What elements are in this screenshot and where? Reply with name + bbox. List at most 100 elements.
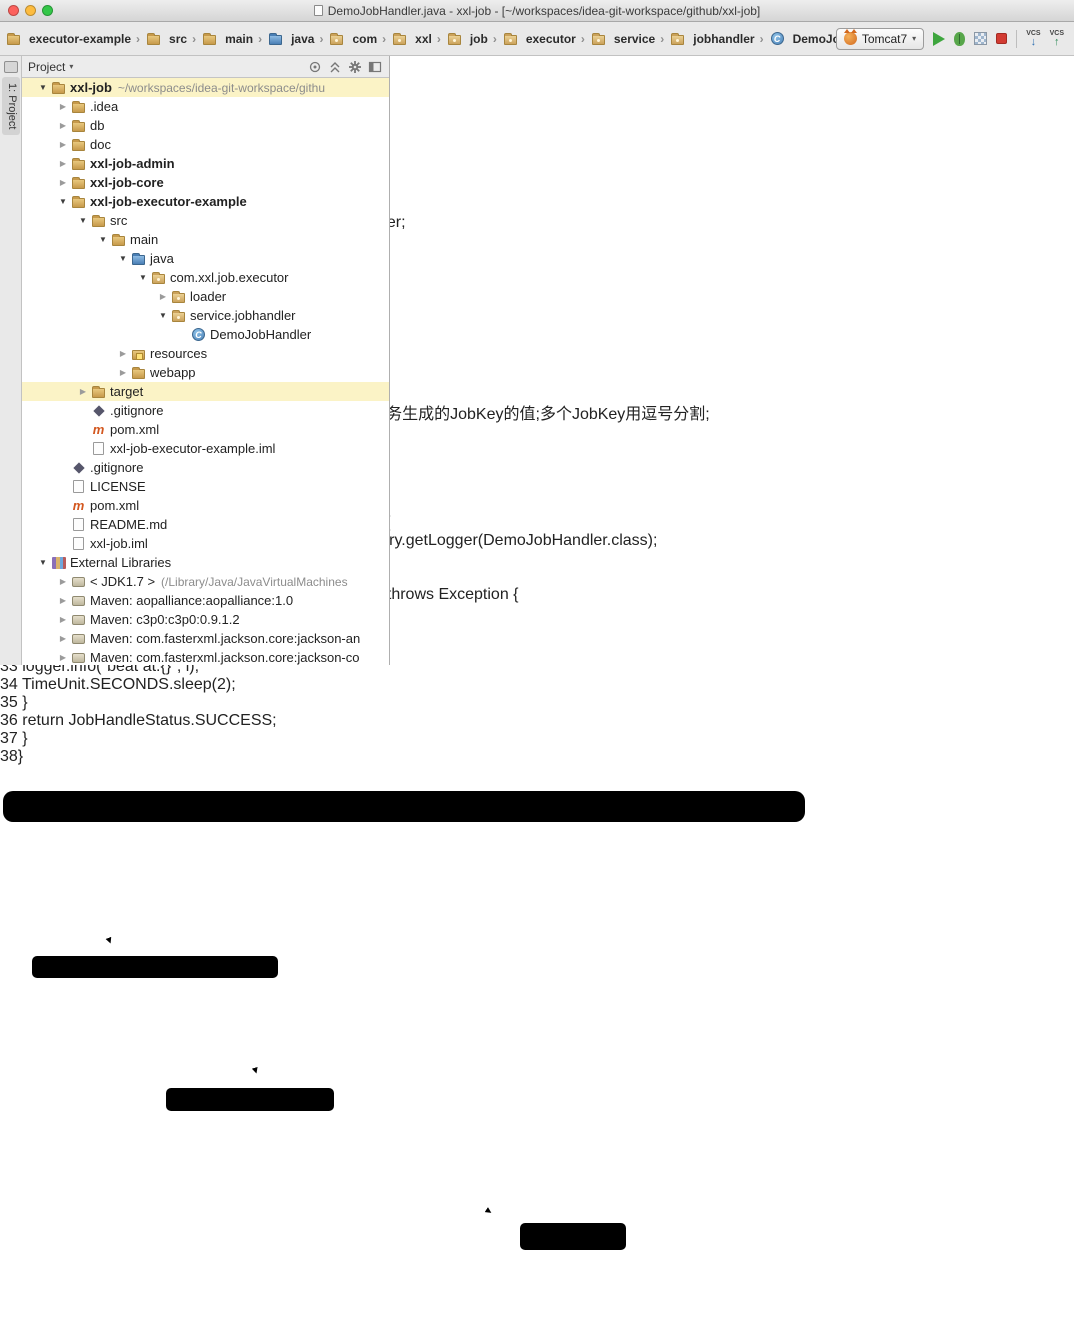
tree-expand-icon[interactable]: ▶ bbox=[156, 292, 170, 301]
tree-item-xxl-job-core[interactable]: ▶ xxl-job-core bbox=[22, 173, 389, 192]
tree-item-db[interactable]: ▶db bbox=[22, 116, 389, 135]
collapse-all-icon[interactable] bbox=[327, 59, 343, 75]
tree-item-webapp[interactable]: ▶ webapp bbox=[22, 363, 389, 382]
tree-item-pom-xml[interactable]: mpom.xml bbox=[22, 420, 389, 439]
code-line-37[interactable]: 37 } bbox=[0, 730, 1074, 748]
tree-item-maven-com-fasterxml-jackson-core-jackson-an[interactable]: ▶Maven: com.fasterxml.jackson.core:jacks… bbox=[22, 629, 389, 648]
tree-item-loader[interactable]: ▶loader bbox=[22, 287, 389, 306]
tree-expand-icon[interactable]: ▼ bbox=[116, 254, 130, 263]
tree-expand-icon[interactable]: ▶ bbox=[56, 596, 70, 605]
code-text: TimeUnit.SECONDS.sleep(2); bbox=[18, 676, 236, 693]
tree-expand-icon[interactable]: ▼ bbox=[96, 235, 110, 244]
project-tool-window-tab[interactable]: 1: Project bbox=[2, 77, 20, 135]
breadcrumb-label: xxl bbox=[415, 32, 432, 46]
tree-expand-icon[interactable]: ▶ bbox=[56, 159, 70, 168]
zoom-window-icon[interactable] bbox=[42, 5, 53, 16]
tree-expand-icon[interactable]: ▶ bbox=[116, 349, 130, 358]
tree-item-service-jobhandler[interactable]: ▼service.jobhandler bbox=[22, 306, 389, 325]
tool-window-icon[interactable] bbox=[4, 61, 18, 73]
tree-item-main[interactable]: ▼main bbox=[22, 230, 389, 249]
tree-item-com-xxl-job-executor[interactable]: ▼com.xxl.job.executor bbox=[22, 268, 389, 287]
tree-item-doc[interactable]: ▶doc bbox=[22, 135, 389, 154]
code-line-36[interactable]: 36 return JobHandleStatus.SUCCESS; bbox=[0, 712, 1074, 730]
tree-item-pom-xml[interactable]: mpom.xml bbox=[22, 496, 389, 515]
run-configuration-select[interactable]: Tomcat7 ▾ bbox=[836, 28, 924, 50]
chevron-down-icon[interactable]: ▾ bbox=[69, 62, 73, 71]
line-number: 35 bbox=[0, 694, 18, 711]
tree-item-gitignore[interactable]: .gitignore bbox=[22, 458, 389, 477]
tree-item-readme-md[interactable]: README.md bbox=[22, 515, 389, 534]
tree-expand-icon[interactable]: ▶ bbox=[56, 140, 70, 149]
tree-item-java[interactable]: ▼java bbox=[22, 249, 389, 268]
breadcrumb-item-jobhandler[interactable]: jobhandler bbox=[666, 29, 757, 49]
coverage-button[interactable] bbox=[974, 32, 987, 45]
tree-item-jdk1-7[interactable]: ▶< JDK1.7 >(/Library/Java/JavaVirtualMac… bbox=[22, 572, 389, 591]
breadcrumb-item-main[interactable]: main bbox=[198, 29, 256, 49]
tree-expand-icon[interactable]: ▼ bbox=[156, 311, 170, 320]
tree-item-target[interactable]: ▶ target bbox=[22, 382, 389, 401]
stop-button[interactable] bbox=[996, 33, 1007, 44]
class-icon: C bbox=[190, 327, 207, 343]
breadcrumb-item-executor[interactable]: executor bbox=[499, 29, 579, 49]
code-line-34[interactable]: 34 TimeUnit.SECONDS.sleep(2); bbox=[0, 676, 1074, 694]
tree-item-demojobhandler[interactable]: CDemoJobHandler bbox=[22, 325, 389, 344]
tree-expand-icon[interactable]: ▶ bbox=[76, 387, 90, 396]
tree-item-src[interactable]: ▼src bbox=[22, 211, 389, 230]
vcs-update-button[interactable]: VCS ↓ bbox=[1026, 30, 1040, 47]
tree-item-xxl-job-admin[interactable]: ▶xxl-job-admin bbox=[22, 154, 389, 173]
settings-gear-icon[interactable] bbox=[347, 59, 363, 75]
tree-item-label: webapp bbox=[150, 365, 196, 380]
tree-expand-icon[interactable]: ▶ bbox=[56, 653, 70, 662]
breadcrumb-item-src[interactable]: src bbox=[142, 29, 190, 49]
tree-item-idea[interactable]: ▶.idea bbox=[22, 97, 389, 116]
tree-item-xxl-job-executor-example-iml[interactable]: xxl-job-executor-example.iml bbox=[22, 439, 389, 458]
annotation-arrow-2 bbox=[228, 982, 256, 1072]
breadcrumb-item-job[interactable]: job bbox=[443, 29, 491, 49]
tree-item-maven-aopalliance-aopalliance-1-0[interactable]: ▶Maven: aopalliance:aopalliance:1.0 bbox=[22, 591, 389, 610]
locate-icon[interactable] bbox=[307, 59, 323, 75]
tree-item-label: target bbox=[110, 384, 143, 399]
tree-item-resources[interactable]: ▶resources bbox=[22, 344, 389, 363]
breadcrumb-item-com[interactable]: com bbox=[325, 29, 380, 49]
minimize-window-icon[interactable] bbox=[25, 5, 36, 16]
tree-item-xxl-job-executor-example[interactable]: ▼xxl-job-executor-example bbox=[22, 192, 389, 211]
run-button[interactable] bbox=[933, 32, 945, 46]
tree-expand-icon[interactable]: ▼ bbox=[76, 216, 90, 225]
tree-expand-icon[interactable]: ▼ bbox=[56, 197, 70, 206]
breadcrumb-item-xxl[interactable]: xxl bbox=[388, 29, 435, 49]
tree-expand-icon[interactable]: ▶ bbox=[56, 121, 70, 130]
jdk-icon bbox=[70, 574, 87, 590]
line-number: 36 bbox=[0, 712, 18, 729]
tree-expand-icon[interactable]: ▼ bbox=[36, 558, 50, 567]
tree-item-label: pom.xml bbox=[90, 498, 139, 513]
hide-panel-icon[interactable] bbox=[367, 59, 383, 75]
vcs-commit-button[interactable]: VCS ↑ bbox=[1050, 30, 1064, 47]
breadcrumb-item-java[interactable]: java bbox=[264, 29, 317, 49]
code-line-35[interactable]: 35 } bbox=[0, 694, 1074, 712]
code-line-38[interactable]: 38} bbox=[0, 748, 1074, 766]
breadcrumb-label: executor-example bbox=[29, 32, 131, 46]
breadcrumb-item-executor-example[interactable]: executor-example bbox=[2, 29, 134, 49]
close-window-icon[interactable] bbox=[8, 5, 19, 16]
tree-item-external-libraries[interactable]: ▼External Libraries bbox=[22, 553, 389, 572]
tree-expand-icon[interactable]: ▶ bbox=[56, 178, 70, 187]
tree-item-gitignore[interactable]: .gitignore bbox=[22, 401, 389, 420]
window-titlebar: DemoJobHandler.java - xxl-job - [~/works… bbox=[0, 0, 1074, 22]
tree-item-xxl-job-iml[interactable]: xxl-job.iml bbox=[22, 534, 389, 553]
tree-item-label: < JDK1.7 > bbox=[90, 574, 155, 589]
tree-item-label: xxl-job-core bbox=[90, 175, 164, 190]
tree-expand-icon[interactable]: ▶ bbox=[56, 577, 70, 586]
tree-expand-icon[interactable]: ▶ bbox=[56, 102, 70, 111]
tree-item-xxl-job[interactable]: ▼xxl-job~/workspaces/idea-git-workspace/… bbox=[22, 78, 389, 97]
tree-expand-icon[interactable]: ▶ bbox=[116, 368, 130, 377]
tree-expand-icon[interactable]: ▶ bbox=[56, 615, 70, 624]
breadcrumb-item-demojobhandler[interactable]: CDemoJobHandler bbox=[766, 29, 836, 49]
tree-item-maven-com-fasterxml-jackson-core-jackson-co[interactable]: ▶Maven: com.fasterxml.jackson.core:jacks… bbox=[22, 648, 389, 665]
debug-button[interactable] bbox=[954, 32, 965, 46]
tree-item-license[interactable]: LICENSE bbox=[22, 477, 389, 496]
breadcrumb-item-service[interactable]: service bbox=[587, 29, 658, 49]
tree-expand-icon[interactable]: ▶ bbox=[56, 634, 70, 643]
tree-expand-icon[interactable]: ▼ bbox=[136, 273, 150, 282]
tree-expand-icon[interactable]: ▼ bbox=[36, 83, 50, 92]
tree-item-maven-c3p0-c3p0-0-9-1-2[interactable]: ▶Maven: c3p0:c3p0:0.9.1.2 bbox=[22, 610, 389, 629]
